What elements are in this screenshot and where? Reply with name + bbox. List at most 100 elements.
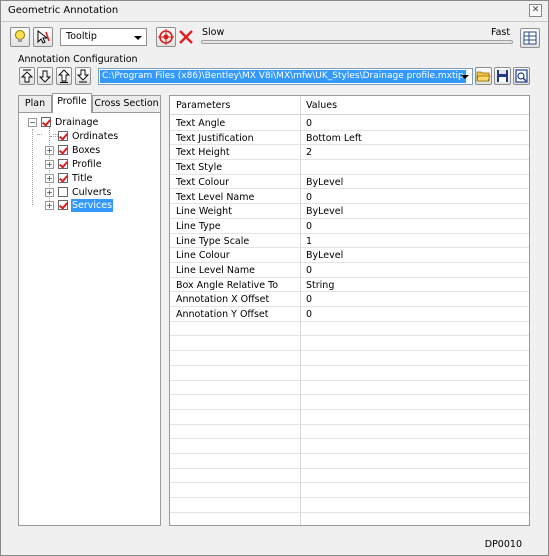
table-row[interactable]	[170, 395, 529, 410]
move-up-button[interactable]	[56, 67, 72, 85]
parameter-name: Line Level Name	[176, 265, 255, 276]
checkbox-culverts[interactable]	[58, 187, 68, 197]
parameter-value[interactable]: 1	[306, 236, 312, 247]
table-row[interactable]: Text Height 2	[170, 145, 529, 161]
tree-node-drainage[interactable]: − Drainage	[19, 116, 159, 129]
table-row[interactable]	[170, 410, 529, 425]
tree-label-ordinates: Ordinates	[72, 131, 119, 142]
parameters-grid: Parameters Values Text Angle 0 Text Justif…	[169, 95, 530, 526]
pick-element-button[interactable]	[33, 27, 53, 47]
parameter-value[interactable]: 0	[306, 309, 312, 320]
parameter-name: Text Level Name	[176, 191, 255, 203]
checkbox-title[interactable]	[58, 173, 68, 183]
expand-icon[interactable]: +	[45, 146, 54, 155]
close-button[interactable]: ✕	[529, 4, 542, 17]
table-row[interactable]: Annotation Y Offset 0	[170, 307, 529, 322]
table-row[interactable]	[170, 381, 529, 396]
parameter-name: Text Style	[176, 162, 223, 174]
grid-view-button[interactable]	[520, 28, 540, 48]
checkbox-profile[interactable]	[58, 159, 68, 169]
tab-profile-label: Profile	[57, 96, 87, 107]
table-row[interactable]	[170, 439, 529, 455]
table-row[interactable]: Line Weight ByLevel	[170, 204, 529, 219]
table-row[interactable]: Text Justification Bottom Left	[170, 131, 529, 146]
display-mode-dropdown[interactable]: Tooltip	[60, 28, 147, 46]
checkbox-ordinates[interactable]	[58, 131, 68, 141]
config-path-value: C:\Program Files (x86)\Bentley\MX V8i\MX…	[100, 70, 466, 83]
folder-open-icon	[476, 71, 491, 82]
arrow-up-icon	[57, 69, 71, 83]
table-row[interactable]: Annotation X Offset 0	[170, 292, 529, 308]
tree-node-profile[interactable]: + Profile	[19, 158, 159, 171]
collapse-icon[interactable]: −	[28, 118, 37, 127]
open-folder-button[interactable]	[475, 67, 492, 85]
table-row[interactable]	[170, 425, 529, 440]
expand-icon[interactable]: +	[45, 160, 54, 169]
checkbox-boxes[interactable]	[58, 145, 68, 155]
table-row[interactable]	[170, 337, 529, 352]
parameter-value[interactable]: 2	[306, 147, 312, 158]
table-row[interactable]	[170, 513, 529, 525]
table-row[interactable]: Text Level Name 0	[170, 190, 529, 205]
table-row[interactable]	[170, 484, 529, 499]
table-row[interactable]: Text Colour ByLevel	[170, 175, 529, 190]
tooltip-bulb-button[interactable]	[10, 27, 30, 47]
table-row[interactable]	[170, 351, 529, 366]
checkbox-services[interactable]	[58, 200, 68, 210]
floppy-disk-icon	[497, 70, 508, 82]
parameter-value[interactable]: String	[306, 280, 334, 291]
expand-icon[interactable]: +	[45, 201, 54, 210]
parameter-name: Text Justification	[176, 132, 254, 144]
table-row[interactable]: Box Angle Relative To String	[170, 278, 529, 293]
parameter-value[interactable]: 0	[306, 265, 312, 276]
config-path-dropdown[interactable]: C:\Program Files (x86)\Bentley\MX V8i\MX…	[98, 68, 473, 85]
delete-button[interactable]	[177, 28, 195, 46]
tree-node-culverts[interactable]: + Culverts	[19, 186, 159, 199]
parameter-value[interactable]: Bottom Left	[306, 133, 362, 144]
target-icon	[158, 29, 174, 45]
annotate-button[interactable]	[156, 27, 176, 47]
tree-node-ordinates[interactable]: Ordinates	[19, 130, 159, 143]
expand-icon[interactable]: +	[45, 188, 54, 197]
save-button[interactable]	[494, 67, 511, 85]
parameter-value[interactable]: 0	[306, 192, 312, 203]
move-top-button[interactable]	[19, 67, 35, 85]
parameter-name: Text Colour	[176, 176, 230, 188]
parameter-name: Text Height	[176, 147, 230, 159]
tree-label-title: Title	[72, 173, 93, 184]
table-row[interactable]	[170, 454, 529, 469]
parameter-value[interactable]: ByLevel	[306, 206, 343, 217]
save-as-icon	[515, 69, 528, 83]
table-row[interactable]: Text Angle 0	[170, 116, 529, 131]
tree-node-title[interactable]: + Title	[19, 172, 159, 185]
table-row[interactable]	[170, 498, 529, 513]
close-icon: ✕	[531, 5, 540, 15]
parameter-value[interactable]: ByLevel	[306, 250, 343, 261]
table-row[interactable]	[170, 469, 529, 484]
speed-slider[interactable]	[201, 40, 513, 44]
table-row[interactable]	[170, 366, 529, 381]
pick-cursor-icon	[37, 29, 50, 44]
parameter-value[interactable]: 0	[306, 118, 312, 129]
move-down-button[interactable]	[37, 67, 53, 85]
table-row[interactable]: Line Colour ByLevel	[170, 248, 529, 263]
table-row[interactable]: Line Level Name 0	[170, 263, 529, 278]
tree-node-boxes[interactable]: + Boxes	[19, 144, 159, 157]
table-row[interactable]: Line Type 0	[170, 219, 529, 234]
tab-cross-section[interactable]: Cross Section	[92, 95, 161, 112]
expand-icon[interactable]: +	[45, 174, 54, 183]
move-bottom-button[interactable]	[75, 67, 91, 85]
checkbox-drainage[interactable]	[41, 117, 51, 127]
tab-plan[interactable]: Plan	[18, 95, 52, 112]
parameter-value[interactable]: 0	[306, 221, 312, 232]
table-row[interactable]	[170, 322, 529, 337]
parameter-value[interactable]: ByLevel	[306, 177, 343, 188]
tab-profile[interactable]: Profile	[52, 93, 92, 113]
parameter-value[interactable]: 0	[306, 294, 312, 305]
arrow-top-icon	[20, 69, 34, 83]
tree-node-services[interactable]: + Services	[19, 199, 159, 212]
table-row[interactable]: Text Style	[170, 160, 529, 175]
save-as-button[interactable]	[513, 67, 530, 85]
geometric-annotation-window: Geometric Annotation ✕ Tooltip Slow Fast…	[0, 0, 549, 556]
table-row[interactable]: Line Type Scale 1	[170, 234, 529, 249]
